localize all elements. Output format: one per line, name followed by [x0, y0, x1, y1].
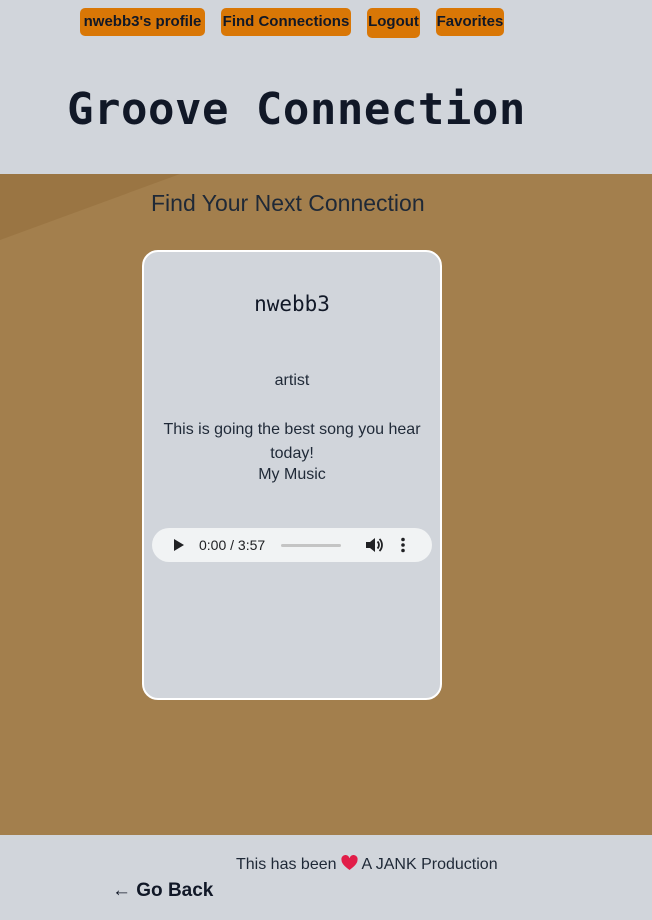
- connection-card: nwebb3 artist This is going the best son…: [142, 250, 442, 700]
- card-role: artist: [274, 372, 310, 389]
- site-title: Groove Connection: [67, 84, 526, 135]
- find-connections-button[interactable]: Find Connections: [221, 8, 351, 36]
- play-icon[interactable]: [174, 539, 184, 551]
- footer-credit: This has been A JANK Production: [236, 855, 498, 874]
- site-header: nwebb3's profile Find Connections Logout…: [0, 0, 652, 174]
- go-back-link[interactable]: ← Go Back: [112, 880, 213, 902]
- more-options-icon[interactable]: [400, 537, 406, 553]
- site-footer: This has been A JANK Production ← Go Bac…: [0, 835, 652, 920]
- audio-progress-bar[interactable]: [281, 544, 341, 547]
- favorites-button[interactable]: Favorites: [436, 8, 504, 36]
- heart-icon: [340, 855, 358, 870]
- my-music-link[interactable]: My Music: [144, 466, 440, 484]
- volume-icon[interactable]: [365, 537, 383, 553]
- audio-player: 0:00 / 3:57: [152, 528, 432, 562]
- audio-time: 0:00 / 3:57: [199, 537, 266, 553]
- card-description: This is going the best song you hear tod…: [163, 421, 421, 462]
- main-section: Find Your Next Connection nwebb3 artist …: [0, 174, 652, 835]
- profile-button[interactable]: nwebb3's profile: [80, 8, 205, 36]
- logout-button[interactable]: Logout: [367, 8, 420, 38]
- card-username: nwebb3: [254, 292, 330, 316]
- page-heading: Find Your Next Connection: [151, 190, 425, 216]
- footer-text-after: A JANK Production: [361, 856, 498, 873]
- footer-text-before: This has been: [236, 856, 337, 873]
